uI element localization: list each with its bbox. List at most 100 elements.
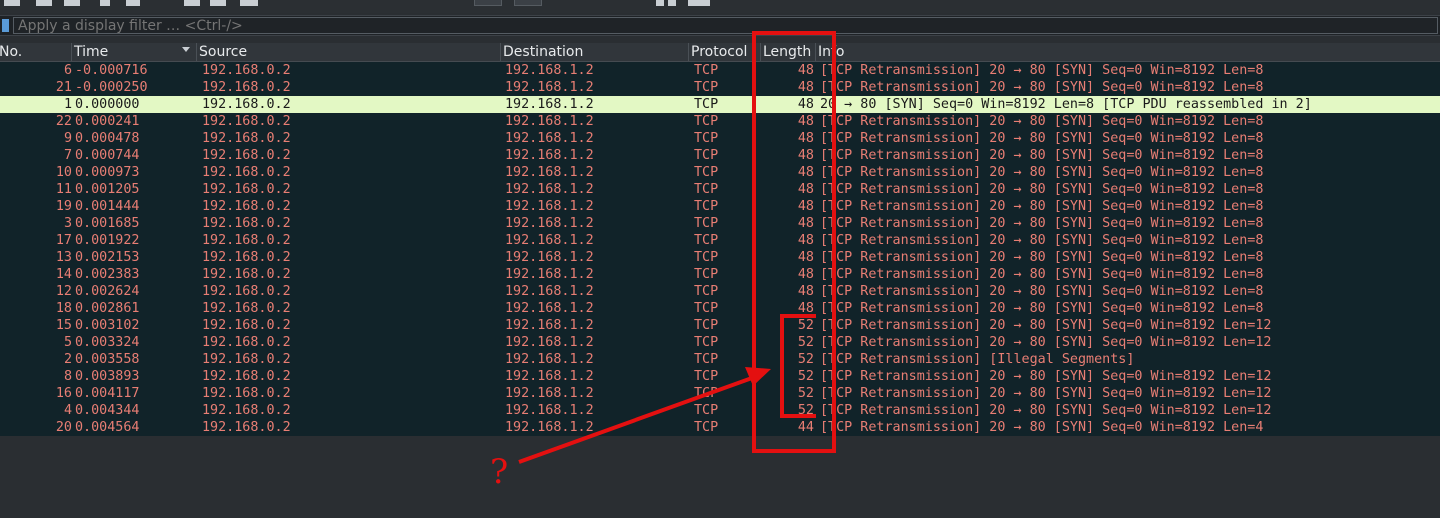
packet-time-cell: 0.000478 [75, 131, 140, 146]
packet-row[interactable]: 8 0.003893 192.168.0.2 192.168.1.2 TCP 52 [TCP… [0, 368, 1440, 385]
packet-dst-cell: 192.168.1.2 [505, 63, 594, 78]
packet-proto-cell: TCP [694, 97, 719, 112]
packet-no-cell: 2 [63, 352, 72, 367]
packet-dst-cell: 192.168.1.2 [505, 267, 594, 282]
packet-row[interactable]: 2 0.003558 192.168.0.2 192.168.1.2 TCP 52 [TCP… [0, 351, 1440, 368]
zoom-out-icon[interactable] [668, 0, 676, 6]
packet-info-cell: [TCP Retransmission] 20 → 80 [SYN] Seq=0… [820, 165, 1264, 180]
close-file-icon[interactable] [64, 0, 80, 6]
packet-len-cell: 48 [797, 165, 814, 180]
reload-icon[interactable] [100, 0, 110, 6]
packet-time-cell: 0.000973 [75, 165, 140, 180]
column-header-no[interactable]: No. [0, 43, 72, 61]
find-packet-icon[interactable] [126, 0, 140, 6]
packet-src-cell: 192.168.0.2 [202, 284, 291, 299]
packet-info-cell: [TCP Retransmission] 20 → 80 [SYN] Seq=0… [820, 267, 1264, 282]
packet-time-cell: 0.001444 [75, 199, 140, 214]
save-file-icon[interactable] [36, 0, 52, 6]
column-header-destination[interactable]: Destination [501, 43, 689, 61]
packet-no-cell: 8 [63, 369, 72, 384]
column-header-time[interactable]: Time [72, 43, 197, 61]
resize-columns-icon[interactable] [688, 0, 710, 6]
packet-info-cell: 20 → 80 [SYN] Seq=0 Win=8192 Len=8 [TCP … [820, 97, 1312, 112]
packet-row[interactable]: 3 0.001685 192.168.0.2 192.168.1.2 TCP 48 [TCP… [0, 215, 1440, 232]
packet-proto-cell: TCP [694, 250, 719, 265]
packet-proto-cell: TCP [694, 165, 719, 180]
packet-no-cell: 6 [63, 63, 72, 78]
packet-no-cell: 22 [55, 114, 72, 129]
bookmark-icon[interactable] [2, 19, 9, 32]
packet-row[interactable]: 11 0.001205 192.168.0.2 192.168.1.2 TCP 48 [TC… [0, 181, 1440, 198]
packet-no-cell: 10 [55, 165, 72, 180]
packet-len-cell: 48 [797, 284, 814, 299]
packet-row-selected[interactable]: 1 0.000000 192.168.0.2 192.168.1.2 TCP 48 20 →… [0, 96, 1440, 113]
packet-len-cell: 48 [797, 199, 814, 214]
packet-proto-cell: TCP [694, 420, 719, 435]
auto-scroll-icon[interactable] [514, 0, 542, 6]
packet-proto-cell: TCP [694, 403, 719, 418]
packet-dst-cell: 192.168.1.2 [505, 131, 594, 146]
packet-row[interactable]: 10 0.000973 192.168.0.2 192.168.1.2 TCP 48 [TC… [0, 164, 1440, 181]
packet-src-cell: 192.168.0.2 [202, 335, 291, 350]
open-file-icon[interactable] [4, 0, 20, 6]
display-filter-bar [0, 15, 1440, 36]
packet-row[interactable]: 7 0.000744 192.168.0.2 192.168.1.2 TCP 48 [TCP… [0, 147, 1440, 164]
packet-time-cell: 0.004117 [75, 386, 140, 401]
packet-row[interactable]: 6 -0.000716 192.168.0.2 192.168.1.2 TCP 48 [TC… [0, 62, 1440, 79]
go-to-packet-icon[interactable] [240, 0, 258, 6]
packet-proto-cell: TCP [694, 216, 719, 231]
packet-row[interactable]: 4 0.004344 192.168.0.2 192.168.1.2 TCP 52 [TCP… [0, 402, 1440, 419]
packet-info-cell: [TCP Retransmission] 20 → 80 [SYN] Seq=0… [820, 233, 1264, 248]
column-header-protocol[interactable]: Protocol [689, 43, 761, 61]
column-header-length[interactable]: Length [761, 43, 816, 61]
packet-dst-cell: 192.168.1.2 [505, 318, 594, 333]
packet-time-cell: 0.002861 [75, 301, 140, 316]
packet-row[interactable]: 16 0.004117 192.168.0.2 192.168.1.2 TCP 52 [TC… [0, 385, 1440, 402]
packet-dst-cell: 192.168.1.2 [505, 80, 594, 95]
packet-row[interactable]: 18 0.002861 192.168.0.2 192.168.1.2 TCP 48 [TC… [0, 300, 1440, 317]
packet-len-cell: 52 [797, 369, 814, 384]
packet-row[interactable]: 12 0.002624 192.168.0.2 192.168.1.2 TCP 48 [TC… [0, 283, 1440, 300]
packet-len-cell: 48 [797, 148, 814, 163]
packet-time-cell: -0.000250 [75, 80, 148, 95]
colorize-icon[interactable] [474, 0, 502, 6]
packet-info-cell: [TCP Retransmission] 20 → 80 [SYN] Seq=0… [820, 250, 1264, 265]
packet-row[interactable]: 15 0.003102 192.168.0.2 192.168.1.2 TCP 52 [TC… [0, 317, 1440, 334]
go-forward-icon[interactable] [210, 0, 226, 6]
packet-proto-cell: TCP [694, 335, 719, 350]
packet-no-cell: 1 [63, 97, 72, 112]
packet-time-cell: 0.002624 [75, 284, 140, 299]
column-header-info[interactable]: Info [816, 43, 1440, 61]
packet-row[interactable]: 19 0.001444 192.168.0.2 192.168.1.2 TCP 48 [TC… [0, 198, 1440, 215]
packet-len-cell: 48 [797, 182, 814, 197]
packet-row[interactable]: 13 0.002153 192.168.0.2 192.168.1.2 TCP 48 [TC… [0, 249, 1440, 266]
packet-row[interactable]: 17 0.001922 192.168.0.2 192.168.1.2 TCP 48 [TC… [0, 232, 1440, 249]
zoom-in-icon[interactable] [656, 0, 664, 6]
packet-len-cell: 44 [797, 420, 814, 435]
packet-no-cell: 4 [63, 403, 72, 418]
packet-row[interactable]: 20 0.004564 192.168.0.2 192.168.1.2 TCP 44 [TC… [0, 419, 1440, 436]
packet-list[interactable]: 6 -0.000716 192.168.0.2 192.168.1.2 TCP 48 [TC… [0, 62, 1440, 436]
packet-row[interactable]: 9 0.000478 192.168.0.2 192.168.1.2 TCP 48 [TCP… [0, 130, 1440, 147]
packet-time-cell: 0.000241 [75, 114, 140, 129]
go-back-icon[interactable] [184, 0, 200, 6]
packet-src-cell: 192.168.0.2 [202, 165, 291, 180]
packet-row[interactable]: 5 0.003324 192.168.0.2 192.168.1.2 TCP 52 [TCP… [0, 334, 1440, 351]
column-header-source[interactable]: Source [197, 43, 501, 61]
packet-no-cell: 7 [63, 148, 72, 163]
display-filter-input[interactable] [13, 17, 1438, 34]
packet-dst-cell: 192.168.1.2 [505, 182, 594, 197]
packet-list-header: No. Time Source Destination Protocol Len… [0, 43, 1440, 62]
packet-len-cell: 48 [797, 63, 814, 78]
packet-row[interactable]: 21 -0.000250 192.168.0.2 192.168.1.2 TCP 48 [T… [0, 79, 1440, 96]
packet-len-cell: 52 [797, 335, 814, 350]
packet-len-cell: 48 [797, 267, 814, 282]
packet-row[interactable]: 14 0.002383 192.168.0.2 192.168.1.2 TCP 48 [TC… [0, 266, 1440, 283]
packet-dst-cell: 192.168.1.2 [505, 233, 594, 248]
packet-src-cell: 192.168.0.2 [202, 80, 291, 95]
packet-no-cell: 20 [55, 420, 72, 435]
packet-info-cell: [TCP Retransmission] 20 → 80 [SYN] Seq=0… [820, 386, 1272, 401]
packet-row[interactable]: 22 0.000241 192.168.0.2 192.168.1.2 TCP 48 [TC… [0, 113, 1440, 130]
packet-time-cell: 0.002383 [75, 267, 140, 282]
packet-no-cell: 13 [55, 250, 72, 265]
